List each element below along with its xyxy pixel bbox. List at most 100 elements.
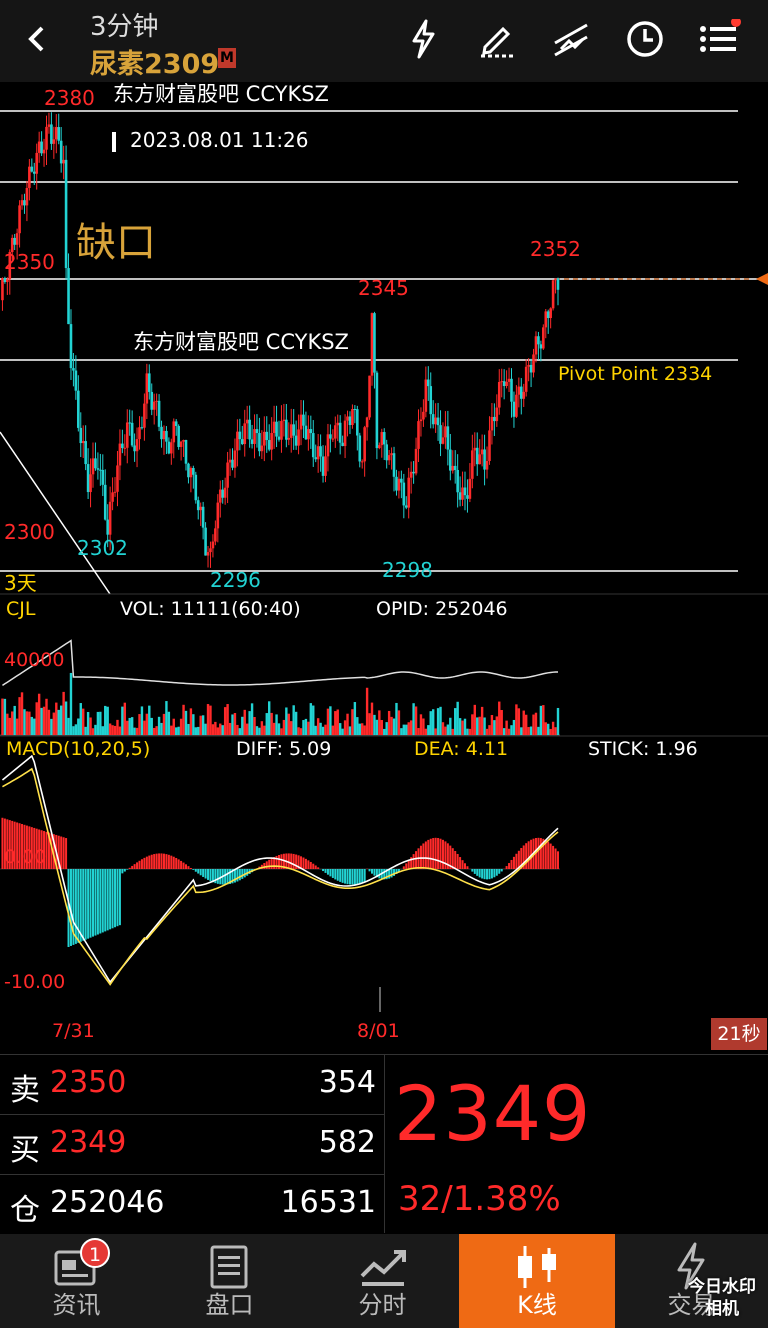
trend-lines-icon[interactable] [546, 14, 596, 64]
orderbook-icon [210, 1245, 248, 1289]
candle-body [204, 527, 207, 556]
macd-bar [512, 856, 515, 869]
candle-body [451, 465, 455, 471]
macd-bar [172, 856, 175, 869]
macd-bar [89, 869, 92, 938]
volume-bar [130, 717, 134, 735]
candle-body [402, 482, 406, 506]
candle-body [346, 416, 349, 421]
volume-bar [444, 726, 447, 735]
lightning-icon[interactable] [398, 14, 448, 64]
macd-indicator-name[interactable]: MACD(10,20,5) [6, 738, 150, 760]
volume-bar [197, 726, 200, 735]
candle-body [155, 400, 158, 402]
candle-body [329, 434, 332, 439]
buy-qty: 582 [318, 1125, 376, 1160]
candle-body [209, 548, 212, 553]
tab-kline[interactable]: K线 [459, 1234, 615, 1328]
macd-diff: DIFF: 5.09 [236, 738, 332, 760]
volume-bar [59, 705, 63, 735]
candle-body [147, 373, 151, 392]
clock-icon[interactable] [620, 14, 670, 64]
macd-bar [292, 853, 295, 869]
candle-body [380, 432, 384, 446]
tab-orderbook[interactable]: 盘口 [153, 1234, 306, 1328]
candle-body [424, 379, 428, 412]
volume-bar [353, 702, 357, 735]
candle-body [81, 441, 85, 444]
volume-bar [424, 728, 428, 735]
volume-bar [221, 725, 224, 735]
candle-body [103, 484, 107, 520]
macd-bar [547, 841, 550, 869]
symbol-name[interactable]: 尿素2309 [90, 42, 219, 81]
volume-bar [175, 727, 178, 735]
volume-bar [226, 704, 229, 735]
macd-bar [189, 867, 192, 869]
macd-bar [461, 860, 464, 869]
candle-body [485, 461, 489, 470]
volume-bar [476, 717, 479, 735]
tab-news[interactable]: 1 资讯 [0, 1234, 153, 1328]
volume-bar [417, 728, 420, 735]
volume-bar [529, 726, 533, 735]
last-price: 2349 [394, 1069, 592, 1158]
macd-bar [175, 857, 178, 869]
candle-body [140, 427, 144, 429]
volume-bar [165, 701, 168, 735]
macd-low-label: -10.00 [4, 971, 66, 993]
buy-price: 2349 [50, 1125, 127, 1160]
tab-intraday[interactable]: 分时 [306, 1234, 459, 1328]
volume-bar [133, 727, 136, 735]
candle-body [20, 200, 24, 206]
candle-body [407, 477, 411, 508]
buy-row[interactable]: 买 2349 582 [0, 1115, 384, 1175]
candle-body [331, 438, 335, 440]
volume-bar [312, 705, 315, 735]
volume-bar [106, 706, 109, 735]
menu-icon[interactable] [694, 14, 744, 64]
price-label-2380: 2380 [44, 86, 95, 110]
macd-bar [478, 869, 481, 878]
candle-body [42, 149, 46, 154]
candle-body [6, 279, 9, 282]
volume-bar [468, 728, 472, 735]
candle-body [59, 140, 63, 164]
volume-bar [314, 725, 317, 735]
macd-bar [109, 869, 112, 930]
candle-body [165, 430, 168, 442]
macd-bar [182, 862, 185, 869]
macd-bar [312, 863, 315, 869]
volume-bar [507, 728, 511, 735]
macd-bar [539, 838, 542, 869]
volume-bar [307, 721, 310, 735]
pen-icon[interactable] [472, 14, 522, 64]
candle-body [64, 159, 68, 269]
volume-indicator-name[interactable]: CJL [6, 598, 35, 620]
volume-bar [524, 714, 528, 735]
back-icon[interactable] [12, 14, 62, 64]
volume-bar [490, 715, 494, 735]
volume-bar [285, 707, 288, 735]
volume-bar [331, 725, 335, 735]
macd-bar [444, 841, 447, 869]
days-label: 3天 [4, 571, 37, 595]
price-change: 32/1.38% [398, 1179, 561, 1219]
candle-body [260, 445, 264, 452]
macd-bar [197, 869, 200, 874]
macd-bar [537, 837, 540, 869]
macd-bar [236, 869, 239, 882]
candle-body [135, 439, 139, 452]
macd-bar [466, 866, 469, 869]
volume-bar [275, 714, 278, 735]
volume-bar [143, 720, 146, 735]
volume-bar [554, 727, 557, 735]
volume-bar [485, 728, 489, 735]
macd-bar [226, 869, 229, 885]
candle-body [138, 427, 141, 440]
candle-body [253, 429, 256, 444]
sell-row[interactable]: 卖 2350 354 [0, 1055, 384, 1115]
tab-label: K线 [517, 1291, 557, 1319]
kline-chart[interactable]: 东方财富股吧 CCYKSZ 2380 2023.08.01 11:26 缺口 2… [0, 82, 768, 1012]
candle-body [365, 417, 369, 428]
